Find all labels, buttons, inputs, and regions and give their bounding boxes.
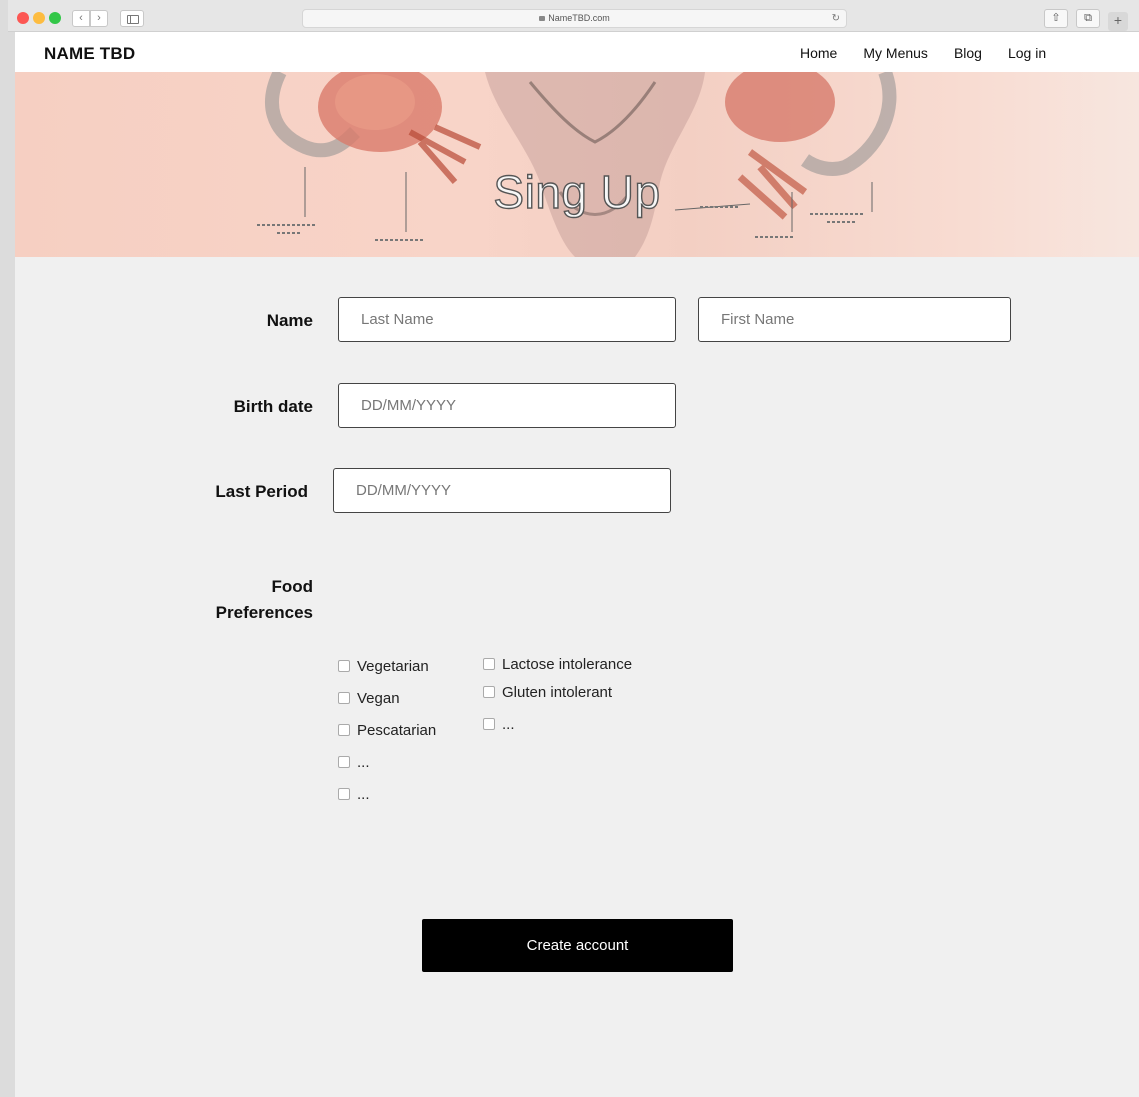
option-more-3[interactable]: ...	[483, 714, 632, 734]
checkbox[interactable]	[338, 692, 350, 704]
last-name-input[interactable]	[338, 297, 676, 342]
option-label: ...	[357, 785, 370, 803]
name-label: Name	[266, 311, 313, 330]
page: NAME TBD Home My Menus Blog Log in Sing …	[15, 32, 1139, 1097]
option-more-1[interactable]: ...	[338, 752, 436, 772]
tabs-overview-icon[interactable]: ⧉	[1076, 9, 1100, 28]
create-account-button[interactable]: Create account	[422, 919, 733, 972]
checkbox[interactable]	[483, 718, 495, 730]
lock-icon	[539, 16, 546, 21]
option-label: Gluten intolerant	[502, 683, 613, 701]
address-bar[interactable]: NameTBD.com ↻	[302, 9, 847, 28]
nav-my-menus[interactable]: My Menus	[863, 45, 928, 61]
option-label: Vegetarian	[357, 657, 429, 675]
last-period-label: Last Period	[215, 482, 308, 501]
share-icon[interactable]: ⇧	[1044, 9, 1068, 28]
main-nav: Home My Menus Blog Log in	[800, 45, 1072, 61]
nav-blog[interactable]: Blog	[954, 45, 982, 61]
maximize-window-icon[interactable]	[49, 12, 61, 24]
food-label-line2: Preferences	[215, 603, 313, 622]
page-title: Sing Up	[493, 165, 661, 218]
minimize-window-icon[interactable]	[33, 12, 45, 24]
option-label: Lactose intolerance	[502, 655, 633, 673]
back-button[interactable]: ‹	[72, 10, 90, 27]
checkbox[interactable]	[338, 756, 350, 768]
checkbox[interactable]	[483, 658, 495, 670]
new-tab-icon[interactable]: +	[1108, 12, 1128, 31]
hero-banner: Sing Up	[15, 72, 1139, 257]
option-label: Vegan	[357, 689, 400, 707]
food-preferences-label: Food Preferences	[175, 574, 313, 626]
option-vegan[interactable]: Vegan	[338, 688, 436, 708]
nav-home[interactable]: Home	[800, 45, 837, 61]
checkbox[interactable]	[338, 788, 350, 800]
option-vegetarian[interactable]: Vegetarian	[338, 656, 436, 676]
birth-date-label: Birth date	[233, 397, 313, 416]
option-more-2[interactable]: ...	[338, 784, 436, 804]
option-pescatarian[interactable]: Pescatarian	[338, 720, 436, 740]
option-gluten-intolerant[interactable]: Gluten intolerant	[483, 682, 632, 702]
option-label: ...	[357, 753, 370, 771]
birth-date-input[interactable]	[338, 383, 676, 428]
sidebar-toggle-icon[interactable]	[120, 10, 144, 27]
option-label: ...	[502, 715, 515, 733]
first-name-input[interactable]	[698, 297, 1011, 342]
food-options-col1: Vegetarian Vegan Pescatarian ... ...	[338, 656, 436, 804]
nav-log-in[interactable]: Log in	[1008, 45, 1046, 61]
url-text: NameTBD.com	[548, 13, 610, 23]
site-logo[interactable]: NAME TBD	[44, 44, 135, 64]
option-lactose-intolerance[interactable]: Lactose intolerance	[483, 654, 632, 674]
last-period-input[interactable]	[333, 468, 671, 513]
browser-toolbar: ‹ › NameTBD.com ↻ ⇧ ⧉ +	[8, 0, 1139, 32]
site-header: NAME TBD Home My Menus Blog Log in	[15, 32, 1139, 72]
close-window-icon[interactable]	[17, 12, 29, 24]
forward-button[interactable]: ›	[90, 10, 108, 27]
food-label-line1: Food	[271, 577, 313, 596]
food-options-col2: Lactose intolerance Gluten intolerant ..…	[483, 654, 632, 734]
option-label: Pescatarian	[357, 721, 437, 739]
reload-icon[interactable]: ↻	[832, 10, 840, 27]
checkbox[interactable]	[338, 724, 350, 736]
checkbox[interactable]	[483, 686, 495, 698]
checkbox[interactable]	[338, 660, 350, 672]
